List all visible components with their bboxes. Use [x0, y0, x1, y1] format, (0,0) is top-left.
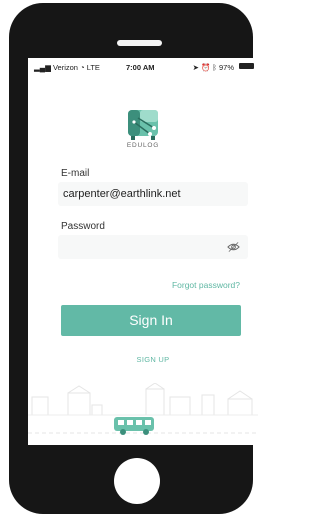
sign-in-button[interactable]: Sign In: [61, 305, 241, 336]
battery-icon: [239, 63, 254, 69]
network-type: LTE: [86, 63, 100, 72]
wifi-icon: ◔: [80, 63, 85, 72]
home-button[interactable]: [114, 458, 160, 504]
phone-frame: ▂▄▆ Verizon ◔ LTE 7:00 AM ➤ ⏰ ᛒ 97% EDUL…: [9, 3, 258, 514]
speaker: [117, 40, 162, 46]
password-label: Password: [61, 221, 105, 232]
email-value: carpenter@earthlink.net: [63, 188, 181, 200]
forgot-password-link[interactable]: Forgot password?: [172, 280, 240, 290]
eye-icon[interactable]: [227, 241, 240, 253]
sign-up-link[interactable]: SIGN UP: [108, 355, 198, 364]
location-icon: ➤: [192, 63, 199, 72]
status-bar: ▂▄▆ Verizon ◔ LTE 7:00 AM ➤ ⏰ ᛒ 97%: [28, 58, 258, 76]
logo-text: EDULOG: [126, 142, 160, 149]
edulog-logo-icon: [128, 110, 158, 140]
town-bus-illustration-icon: [28, 383, 258, 435]
battery-percent: 97%: [218, 63, 234, 72]
signal-icon: ▂▄▆: [34, 63, 51, 72]
email-field[interactable]: carpenter@earthlink.net: [58, 182, 248, 206]
carrier-name: Verizon: [52, 63, 78, 72]
app-screen: ▂▄▆ Verizon ◔ LTE 7:00 AM ➤ ⏰ ᛒ 97% EDUL…: [28, 58, 258, 445]
alarm-icon: ⏰: [200, 63, 211, 72]
clock: 7:00 AM: [126, 63, 155, 72]
bluetooth-icon: ᛒ: [212, 63, 217, 72]
password-field[interactable]: [58, 235, 248, 259]
email-label: E-mail: [61, 168, 90, 179]
